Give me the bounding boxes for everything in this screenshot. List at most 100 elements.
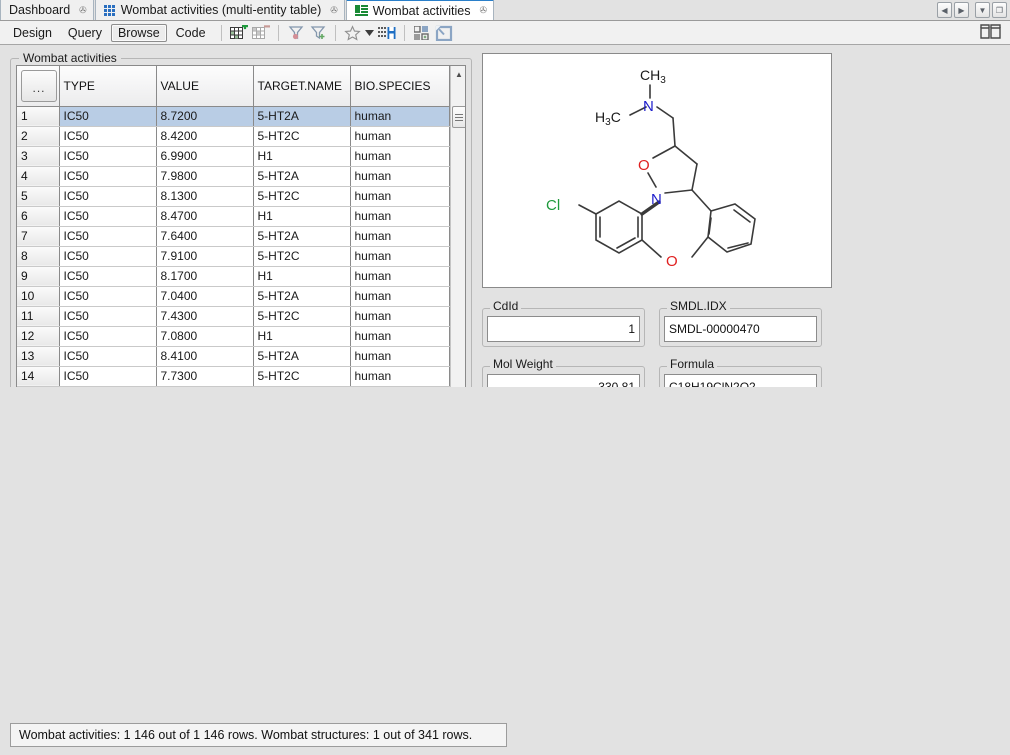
cell-type[interactable]: IC50 — [59, 106, 156, 126]
cell-value[interactable]: 8.4200 — [156, 126, 253, 146]
row-number-header[interactable]: 1 — [17, 106, 59, 126]
favorites-star-icon[interactable] — [342, 23, 364, 43]
cell-target-name[interactable]: 5-HT2A — [253, 346, 350, 366]
toolbar-design-button[interactable]: Design — [6, 24, 59, 42]
cell-bio-species[interactable]: human — [350, 146, 449, 166]
cell-type[interactable]: IC50 — [59, 246, 156, 266]
cell-type[interactable]: IC50 — [59, 326, 156, 346]
cell-type[interactable]: IC50 — [59, 126, 156, 146]
cell-type[interactable]: IC50 — [59, 146, 156, 166]
formula-input[interactable]: C18H19ClN2O2 — [664, 374, 817, 387]
cell-bio-species[interactable]: human — [350, 386, 449, 387]
cell-value[interactable]: 8.4100 — [156, 346, 253, 366]
table-row[interactable]: 11IC507.43005-HT2Chuman — [17, 306, 449, 326]
cell-value[interactable]: 8.1700 — [156, 266, 253, 286]
cell-bio-species[interactable]: human — [350, 186, 449, 206]
cell-bio-species[interactable]: human — [350, 226, 449, 246]
table-row[interactable]: 8IC507.91005-HT2Chuman — [17, 246, 449, 266]
tab-scroll-prev-button[interactable]: ◀ — [937, 2, 952, 18]
grid-corner-button-cell[interactable]: ... — [17, 66, 59, 106]
column-header-bio-species[interactable]: BIO.SPECIES — [350, 66, 449, 106]
fold-panel-icon[interactable] — [980, 24, 1002, 40]
column-header-type[interactable]: TYPE — [59, 66, 156, 106]
filter-apply-icon[interactable] — [285, 23, 307, 43]
cell-target-name[interactable]: 5-HT2C — [253, 126, 350, 146]
table-row[interactable]: 10IC507.04005-HT2Ahuman — [17, 286, 449, 306]
cell-target-name[interactable]: H1 — [253, 206, 350, 226]
molecule-structure-viewer[interactable]: N H3C CH3 O N Cl O — [482, 53, 832, 288]
cell-value[interactable]: 8.4700 — [156, 206, 253, 226]
cell-value[interactable]: 7.7300 — [156, 366, 253, 386]
cell-value[interactable]: 8.7200 — [156, 106, 253, 126]
row-number-header[interactable]: 13 — [17, 346, 59, 366]
column-header-value[interactable]: VALUE — [156, 66, 253, 106]
table-row[interactable]: 3IC506.9900H1human — [17, 146, 449, 166]
smdl-idx-input[interactable]: SMDL-00000470 — [664, 316, 817, 342]
cell-type[interactable]: IC50 — [59, 346, 156, 366]
table-row[interactable]: 12IC507.0800H1human — [17, 326, 449, 346]
row-number-header[interactable]: 14 — [17, 366, 59, 386]
cdid-input[interactable]: 1 — [487, 316, 640, 342]
cell-type[interactable]: IC50 — [59, 206, 156, 226]
row-number-header[interactable]: 5 — [17, 186, 59, 206]
cell-value[interactable]: 6.1700 — [156, 386, 253, 387]
tile-view-icon[interactable] — [411, 23, 433, 43]
cell-type[interactable]: IC50 — [59, 366, 156, 386]
cell-target-name[interactable]: 5-HT2C — [253, 186, 350, 206]
cell-target-name[interactable]: 5-HT2C — [253, 306, 350, 326]
cell-target-name[interactable]: H1 — [253, 266, 350, 286]
cell-value[interactable]: 7.4300 — [156, 306, 253, 326]
cell-bio-species[interactable]: human — [350, 126, 449, 146]
row-number-header[interactable]: 6 — [17, 206, 59, 226]
tab-scroll-next-button[interactable]: ▶ — [954, 2, 969, 18]
cell-target-name[interactable]: 5-HT2A — [253, 166, 350, 186]
cell-bio-species[interactable]: human — [350, 166, 449, 186]
save-layout-icon[interactable] — [376, 23, 398, 43]
table-row[interactable]: 7IC507.64005-HT2Ahuman — [17, 226, 449, 246]
filter-add-icon[interactable] — [307, 23, 329, 43]
cell-value[interactable]: 7.9800 — [156, 166, 253, 186]
row-number-header[interactable]: 9 — [17, 266, 59, 286]
cell-target-name[interactable]: 5-HT2C — [253, 366, 350, 386]
cell-bio-species[interactable]: human — [350, 306, 449, 326]
grid-vertical-scrollbar[interactable]: ▲ ▼ — [450, 66, 467, 387]
column-header-target-name[interactable]: TARGET.NAME — [253, 66, 350, 106]
row-number-header[interactable]: 8 — [17, 246, 59, 266]
toolbar-query-button[interactable]: Query — [61, 24, 109, 42]
tab-wombat-activities[interactable]: Wombat activities ✇ — [346, 0, 494, 20]
cell-value[interactable]: 6.9900 — [156, 146, 253, 166]
cell-value[interactable]: 7.6400 — [156, 226, 253, 246]
row-number-header[interactable]: 15 — [17, 386, 59, 387]
favorites-dropdown-icon[interactable] — [364, 23, 376, 43]
table-row[interactable]: 14IC507.73005-HT2Chuman — [17, 366, 449, 386]
detach-window-icon[interactable] — [433, 23, 455, 43]
tab-close-icon[interactable]: ✇ — [480, 5, 487, 16]
toolbar-browse-button[interactable]: Browse — [111, 24, 167, 42]
cell-bio-species[interactable]: human — [350, 206, 449, 226]
table-row[interactable]: 5IC508.13005-HT2Chuman — [17, 186, 449, 206]
cell-type[interactable]: IC50 — [59, 186, 156, 206]
cell-bio-species[interactable]: human — [350, 106, 449, 126]
row-number-header[interactable]: 4 — [17, 166, 59, 186]
table-row[interactable]: 15IC506.1700H1human — [17, 386, 449, 387]
cell-type[interactable]: IC50 — [59, 386, 156, 387]
scroll-up-arrow-icon[interactable]: ▲ — [450, 66, 466, 83]
cell-target-name[interactable]: 5-HT2C — [253, 246, 350, 266]
cell-target-name[interactable]: H1 — [253, 386, 350, 387]
cell-value[interactable]: 8.1300 — [156, 186, 253, 206]
table-row[interactable]: 9IC508.1700H1human — [17, 266, 449, 286]
cell-type[interactable]: IC50 — [59, 166, 156, 186]
tab-dashboard[interactable]: Dashboard ✇ — [0, 0, 94, 20]
mol-weight-input[interactable]: 330,81 — [487, 374, 640, 387]
cell-value[interactable]: 7.0800 — [156, 326, 253, 346]
add-table-icon[interactable] — [228, 23, 250, 43]
cell-type[interactable]: IC50 — [59, 266, 156, 286]
tab-list-dropdown-button[interactable]: ▼ — [975, 2, 990, 18]
tab-wombat-activities-multi-entity-table[interactable]: Wombat activities (multi-entity table) ✇ — [95, 0, 345, 20]
row-number-header[interactable]: 3 — [17, 146, 59, 166]
scrollbar-thumb[interactable] — [452, 106, 467, 128]
tab-close-icon[interactable]: ✇ — [330, 5, 337, 16]
cell-bio-species[interactable]: human — [350, 286, 449, 306]
cell-target-name[interactable]: 5-HT2A — [253, 286, 350, 306]
cell-bio-species[interactable]: human — [350, 346, 449, 366]
